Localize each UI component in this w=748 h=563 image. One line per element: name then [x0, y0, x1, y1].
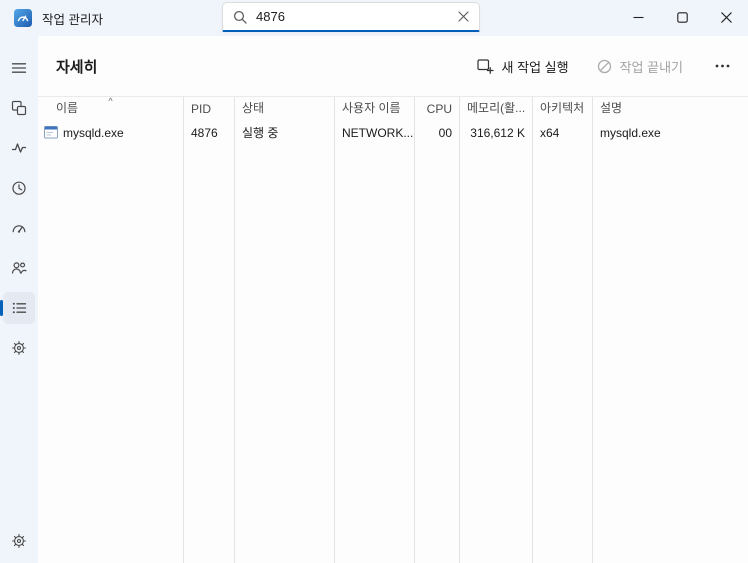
toolbar-actions: 새 작업 실행 작업 끝내기: [467, 51, 736, 82]
hamburger-menu-icon: [11, 60, 27, 76]
sidebar-item-processes[interactable]: [3, 92, 35, 124]
column-header-name[interactable]: ^ 이름: [38, 97, 183, 121]
app-history-icon: [11, 180, 27, 196]
sidebar-item-performance[interactable]: [3, 132, 35, 164]
row-name-cell[interactable]: mysqld.exe: [38, 121, 183, 144]
more-options-button[interactable]: [709, 58, 736, 74]
close-button[interactable]: [704, 0, 748, 34]
sort-ascending-icon: ^: [108, 97, 113, 106]
services-icon: [11, 340, 27, 356]
run-new-task-button[interactable]: 새 작업 실행: [467, 51, 579, 82]
window-controls: [616, 0, 748, 34]
details-table: ^ 이름 mysqld.exe PID 4876 상태 실행 중 사용자 이름 …: [38, 96, 748, 563]
column-name: ^ 이름 mysqld.exe: [38, 97, 184, 563]
performance-icon: [11, 140, 27, 156]
sidebar: [0, 36, 38, 563]
row-status-cell[interactable]: 실행 중: [235, 121, 334, 144]
maximize-button[interactable]: [660, 0, 704, 34]
column-architecture: 아키텍처 x64: [533, 97, 593, 563]
new-task-icon: [476, 58, 494, 74]
details-icon: [11, 300, 27, 316]
exe-file-icon: [44, 126, 58, 139]
row-memory-cell[interactable]: 316,612 K: [460, 121, 532, 144]
search-box[interactable]: [222, 2, 480, 32]
titlebar: 작업 관리자: [0, 0, 748, 36]
sidebar-item-startup-apps[interactable]: [3, 212, 35, 244]
column-description: 설명 mysqld.exe: [593, 97, 748, 563]
sidebar-item-details[interactable]: [0, 292, 35, 324]
search-input[interactable]: [256, 9, 449, 24]
minimize-button[interactable]: [616, 0, 660, 34]
clear-search-icon[interactable]: [458, 11, 469, 22]
settings-gear-icon: [11, 533, 27, 549]
column-header-architecture[interactable]: 아키텍처: [533, 97, 592, 121]
end-task-button[interactable]: 작업 끝내기: [587, 51, 693, 82]
users-icon: [11, 260, 27, 276]
column-user: 사용자 이름 NETWORK...: [335, 97, 415, 563]
row-description-cell[interactable]: mysqld.exe: [593, 121, 748, 144]
row-architecture-cell[interactable]: x64: [533, 121, 592, 144]
sidebar-item-services[interactable]: [3, 332, 35, 364]
startup-apps-icon: [11, 220, 27, 236]
page-title: 자세히: [56, 58, 98, 76]
column-header-cpu[interactable]: CPU: [415, 97, 459, 121]
end-task-prohibited-icon: [597, 59, 612, 74]
column-header-status[interactable]: 상태: [235, 97, 334, 121]
sidebar-item-app-history[interactable]: [3, 172, 35, 204]
task-manager-window: 작업 관리자 4876 자세히 새 작업 실행 작업 끝내기 ^ 이름 mysq…: [0, 0, 748, 563]
titlebar-left: 작업 관리자: [0, 9, 103, 28]
toolbar: 자세히 새 작업 실행 작업 끝내기: [38, 36, 748, 96]
main-panel: 자세히 새 작업 실행 작업 끝내기 ^ 이름 mysqld.exe PID 4…: [38, 36, 748, 563]
settings-button[interactable]: [3, 525, 35, 557]
column-header-description[interactable]: 설명: [593, 97, 748, 121]
sidebar-item-users[interactable]: [3, 252, 35, 284]
hamburger-menu-button[interactable]: [3, 52, 35, 84]
row-cpu-cell[interactable]: 00: [415, 121, 459, 144]
task-manager-app-icon: [14, 9, 32, 27]
search-icon: [233, 10, 247, 24]
column-header-pid[interactable]: PID: [184, 97, 234, 121]
column-header-user[interactable]: 사용자 이름: [335, 97, 414, 121]
column-cpu: CPU 00: [415, 97, 460, 563]
column-memory: 메모리(활... 316,612 K: [460, 97, 533, 563]
column-pid: PID 4876: [184, 97, 235, 563]
more-options-icon: [715, 64, 730, 68]
row-pid-cell[interactable]: 4876: [184, 121, 234, 144]
column-header-memory[interactable]: 메모리(활...: [460, 97, 532, 121]
app-body: 자세히 새 작업 실행 작업 끝내기 ^ 이름 mysqld.exe PID 4…: [0, 36, 748, 563]
row-user-cell[interactable]: NETWORK...: [335, 121, 414, 144]
processes-icon: [11, 100, 27, 116]
column-status: 상태 실행 중: [235, 97, 335, 563]
app-title: 작업 관리자: [42, 12, 103, 27]
